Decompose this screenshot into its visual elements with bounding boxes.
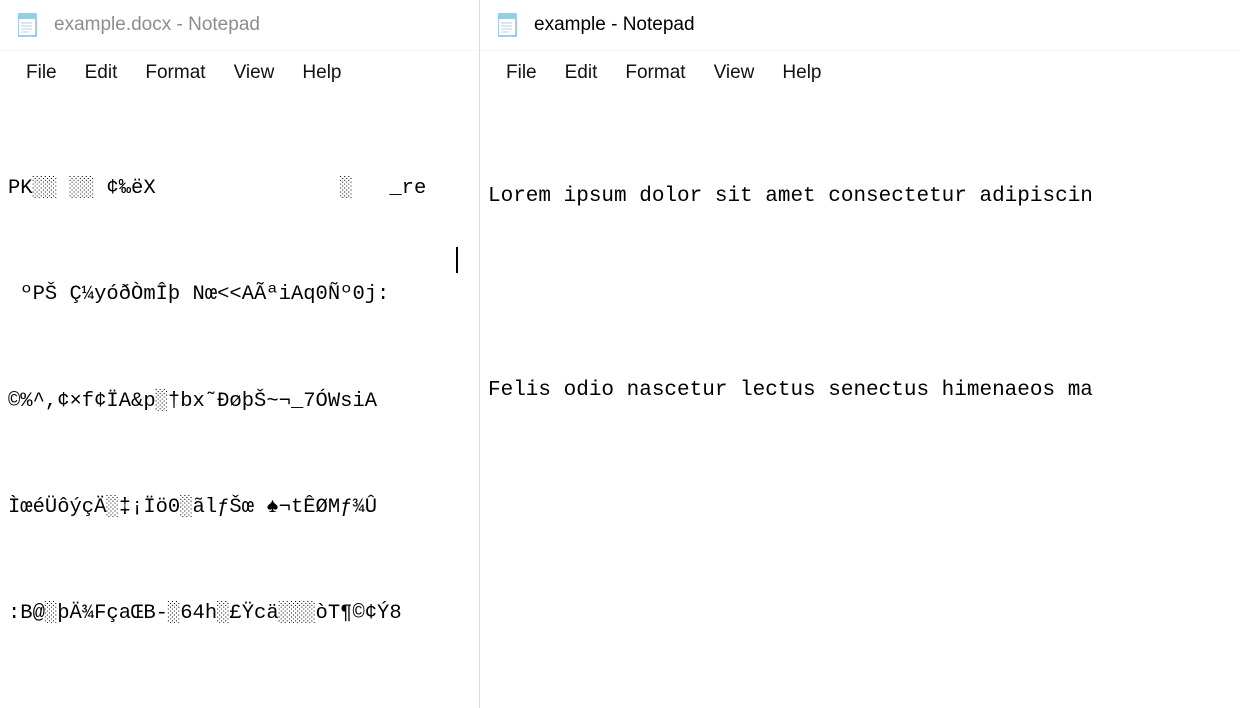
menu-help[interactable]: Help [768,58,835,88]
menu-file[interactable]: File [12,58,71,88]
menu-format[interactable]: Format [131,58,219,88]
text-caret [456,247,458,273]
content-line: RÕ3U+AuY•k€5-5Ã÷R'ÝÕå░¼"r'ìÜðŸ [8,703,479,708]
text-area-left[interactable]: PK░░ ░░ ¢‰ëX ░ _re ºPŠ Ç¼yóðÒmÎþ Nœ<<AÃª… [8,100,479,708]
menu-edit[interactable]: Edit [71,58,132,88]
window-title-left: example.docx - Notepad [54,14,260,36]
menu-edit[interactable]: Edit [551,58,612,88]
content-line: :B@░þÄ¾FçaŒB-░64h░£Ÿcä░░░òT¶©¢Ý8 [8,596,479,631]
menu-file[interactable]: File [492,58,551,88]
content-line: Lorem ipsum dolor sit amet consectetur a… [488,178,1240,217]
titlebar-left[interactable]: example.docx - Notepad [0,0,479,51]
content-line: ©%^,¢×f¢ÏA&p░†bx˜ÐøþŠ~¬_7ÓWsiA [8,384,479,419]
titlebar-right[interactable]: example - Notepad [480,0,1240,51]
menu-view[interactable]: View [220,58,289,88]
content-line: PK░░ ░░ ¢‰ëX ░ _re [8,171,479,206]
notepad-icon [18,12,40,38]
window-title-right: example - Notepad [534,14,695,36]
menubar-right: File Edit Format View Help [480,51,1240,95]
menubar-left: File Edit Format View Help [0,51,479,95]
menu-help[interactable]: Help [288,58,355,88]
menu-view[interactable]: View [700,58,769,88]
content-line: Felis odio nascetur lectus senectus hime… [488,372,1240,411]
notepad-icon [498,12,520,38]
notepad-window-left: example.docx - Notepad File Edit Format … [0,0,479,708]
menu-format[interactable]: Format [611,58,699,88]
notepad-window-right: example - Notepad File Edit Format View … [479,0,1240,708]
content-line: ÌœéÜôýçÄ░‡¡Ïö0░ãlƒŠœ ♠¬tÊØMƒ¾Û [8,490,479,525]
content-line: ºPŠ Ç¼yóðÒmÎþ Nœ<<AÃªiAq0Ñº0j: [8,277,479,312]
text-area-right[interactable]: Lorem ipsum dolor sit amet consectetur a… [488,100,1240,708]
